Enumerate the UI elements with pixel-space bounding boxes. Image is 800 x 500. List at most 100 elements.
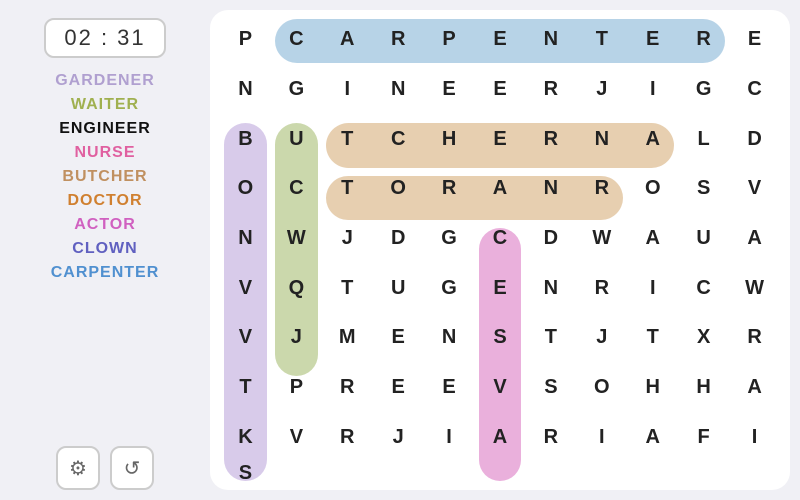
cell-7-9: R (322, 363, 373, 413)
cell-5-0: D (525, 214, 576, 264)
cell-9-9: S (220, 462, 271, 485)
cell-1-6: E (475, 65, 526, 115)
word-item-actor: ACTOR (74, 216, 136, 234)
cell-6-2: R (576, 263, 627, 313)
cell-3-7: R (424, 164, 475, 214)
cell-6-0: E (475, 263, 526, 313)
cell-6-8: M (322, 313, 373, 363)
cell-1-2: G (271, 65, 322, 115)
cell-1-8: J (576, 65, 627, 115)
cell-7-2: T (525, 313, 576, 363)
cell-1-7: R (525, 65, 576, 115)
cell-9-3: A (475, 412, 526, 462)
cell-3-2: D (729, 114, 780, 164)
word-list: GARDENER WAITER ENGINEER NURSE BUTCHER D… (10, 72, 200, 282)
cell-9-6: A (627, 412, 678, 462)
cell-5-2: A (627, 214, 678, 264)
cell-2-0: G (678, 65, 729, 115)
cell-9-5: I (576, 412, 627, 462)
cell-8-8: K (220, 412, 271, 462)
cell-6-9: E (373, 313, 424, 363)
word-item-carpenter: CARPENTER (51, 264, 160, 282)
cell-4-6: J (322, 214, 373, 264)
cell-1-3: I (322, 65, 373, 115)
cell-6-6: V (220, 313, 271, 363)
refresh-button[interactable]: ↺ (110, 446, 154, 490)
cell-9-0: R (322, 412, 373, 462)
cell-7-0: N (424, 313, 475, 363)
cell-8-1: E (424, 363, 475, 413)
cell-8-9: V (271, 412, 322, 462)
cell-3-8: A (475, 164, 526, 214)
cell-8-5: H (627, 363, 678, 413)
cell-2-4: T (322, 114, 373, 164)
cell-8-0: E (373, 363, 424, 413)
cell-1-4: N (373, 65, 424, 115)
cell-0-2: A (322, 15, 373, 65)
cell-2-2: B (220, 114, 271, 164)
cell-5-3: U (678, 214, 729, 264)
cell-8-3: S (525, 363, 576, 413)
cell-3-1: L (678, 114, 729, 164)
cell-7-6: R (729, 313, 780, 363)
word-item-gardener: GARDENER (55, 72, 155, 90)
cell-8-7: A (729, 363, 780, 413)
cell-7-4: T (627, 313, 678, 363)
cell-4-0: R (576, 164, 627, 214)
word-item-waiter: WAITER (71, 96, 139, 114)
cell-1-1: N (220, 65, 271, 115)
cell-4-2: S (678, 164, 729, 214)
cell-2-1: C (729, 65, 780, 115)
cell-8-2: V (475, 363, 526, 413)
cell-9-2: I (424, 412, 475, 462)
cell-7-5: X (678, 313, 729, 363)
cell-4-7: D (373, 214, 424, 264)
cell-4-9: C (475, 214, 526, 264)
cell-1-9: I (627, 65, 678, 115)
cell-3-5: T (322, 164, 373, 214)
cell-7-7: T (220, 363, 271, 413)
word-item-doctor: DOCTOR (67, 192, 142, 210)
timer-display: 02 : 31 (44, 18, 165, 58)
word-grid: PCARPENTERENGINEERJIGCBUTCHERNALDOCTORAN… (220, 15, 780, 485)
cell-7-8: P (271, 363, 322, 413)
cell-5-8: U (373, 263, 424, 313)
cell-9-4: R (525, 412, 576, 462)
cell-3-0: A (627, 114, 678, 164)
cell-2-5: C (373, 114, 424, 164)
cell-3-3: O (220, 164, 271, 214)
bottom-buttons: ⚙ ↺ (56, 446, 154, 490)
cell-9-1: J (373, 412, 424, 462)
word-item-butcher: BUTCHER (62, 168, 147, 186)
cell-6-1: N (525, 263, 576, 313)
cell-4-5: W (271, 214, 322, 264)
settings-button[interactable]: ⚙ (56, 446, 100, 490)
cell-8-4: O (576, 363, 627, 413)
cell-9-8: I (729, 412, 780, 462)
word-item-nurse: NURSE (74, 144, 135, 162)
cell-6-4: C (678, 263, 729, 313)
cell-0-8: E (627, 15, 678, 65)
cell-2-3: U (271, 114, 322, 164)
cell-5-5: V (220, 263, 271, 313)
cell-3-6: O (373, 164, 424, 214)
cell-0-4: P (424, 15, 475, 65)
cell-9-7: F (678, 412, 729, 462)
cell-2-8: R (525, 114, 576, 164)
cell-1-5: E (424, 65, 475, 115)
cell-0-5: E (475, 15, 526, 65)
cell-6-3: I (627, 263, 678, 313)
cell-7-1: S (475, 313, 526, 363)
cell-3-4: C (271, 164, 322, 214)
grid-panel: PCARPENTERENGINEERJIGCBUTCHERNALDOCTORAN… (210, 10, 790, 490)
cell-0-7: T (576, 15, 627, 65)
cell-5-4: A (729, 214, 780, 264)
cell-0-1: C (271, 15, 322, 65)
cell-5-9: G (424, 263, 475, 313)
word-item-clown: CLOWN (72, 240, 137, 258)
cell-6-5: W (729, 263, 780, 313)
cell-0-0: P (220, 15, 271, 65)
cell-4-8: G (424, 214, 475, 264)
cell-6-7: J (271, 313, 322, 363)
cell-2-6: H (424, 114, 475, 164)
